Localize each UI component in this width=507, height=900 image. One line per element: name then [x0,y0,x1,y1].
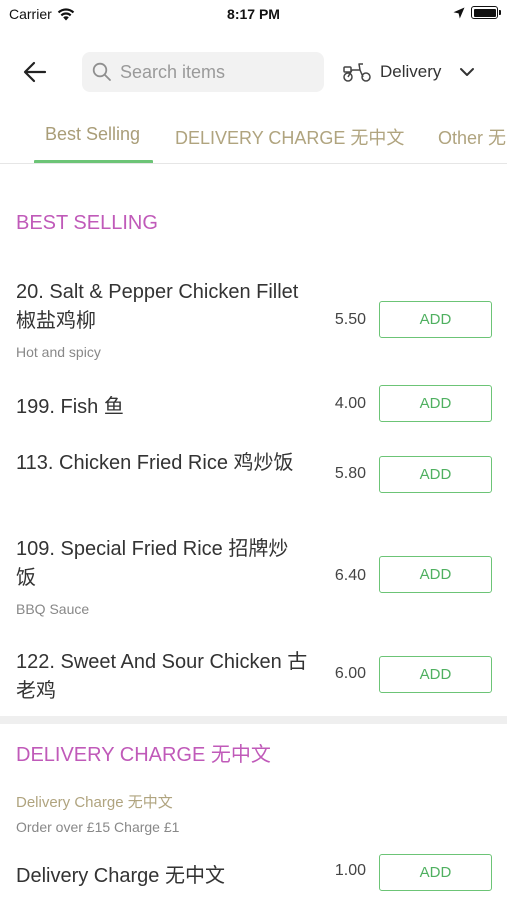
item-price: 5.50 [334,311,366,328]
item-description: Hot and spicy [16,344,101,360]
tab-delivery-charge[interactable]: DELIVERY CHARGE 无中文 [175,124,404,150]
header: Delivery [0,50,507,94]
item-name: 109. Special Fried Rice 招牌炒饭 [16,538,289,589]
search-icon [92,62,111,81]
item-description: BBQ Sauce [16,601,90,617]
category-note: Order over £15 Charge £1 [16,819,180,835]
section-title-delivery-charge: DELIVERY CHARGE 无中文 [16,744,271,766]
clock: 8:17 PM [227,6,280,22]
tab-best-selling[interactable]: Best Selling [45,124,140,145]
section-title-best-selling: BEST SELLING [16,212,158,234]
battery-icon [471,6,501,19]
add-button[interactable]: ADD [379,556,492,593]
item-name: 122. Sweet And Sour Chicken 古老鸡 [16,651,308,702]
chevron-down-icon [460,68,475,76]
add-button[interactable]: ADD [379,456,492,493]
add-button[interactable]: ADD [379,301,492,338]
add-button[interactable]: ADD [379,854,492,891]
tab-other[interactable]: Other 无 [438,124,506,150]
search-bar[interactable] [82,52,324,92]
item-name: 20. Salt & Pepper Chicken Fillet 椒盐鸡柳 [16,281,299,332]
section-divider [0,716,507,724]
item-name: 199. Fish 鱼 [16,396,124,418]
item-price: 6.00 [334,665,366,682]
category-tabs: Best Selling DELIVERY CHARGE 无中文 Other 无 [0,112,507,164]
item-price: 6.40 [334,567,366,584]
item-price: 1.00 [334,862,366,879]
status-bar: Carrier 8:17 PM [0,0,507,30]
arrow-left-icon [23,61,47,83]
order-type-label: Delivery [380,62,442,81]
order-type-dropdown[interactable]: Delivery [342,56,475,88]
active-tab-indicator [34,160,153,163]
search-input[interactable] [120,61,310,83]
status-icons [453,6,501,19]
category-subtitle: Delivery Charge 无中文 [16,794,173,811]
item-price: 4.00 [334,395,366,412]
back-button[interactable] [20,58,50,86]
scooter-icon [343,63,371,82]
item-name: Delivery Charge 无中文 [16,865,225,887]
add-button[interactable]: ADD [379,656,492,693]
item-price: 5.80 [334,465,366,482]
add-button[interactable]: ADD [379,385,492,422]
location-arrow-icon [453,7,465,18]
item-name: 113. Chicken Fried Rice 鸡炒饭 [16,452,294,474]
